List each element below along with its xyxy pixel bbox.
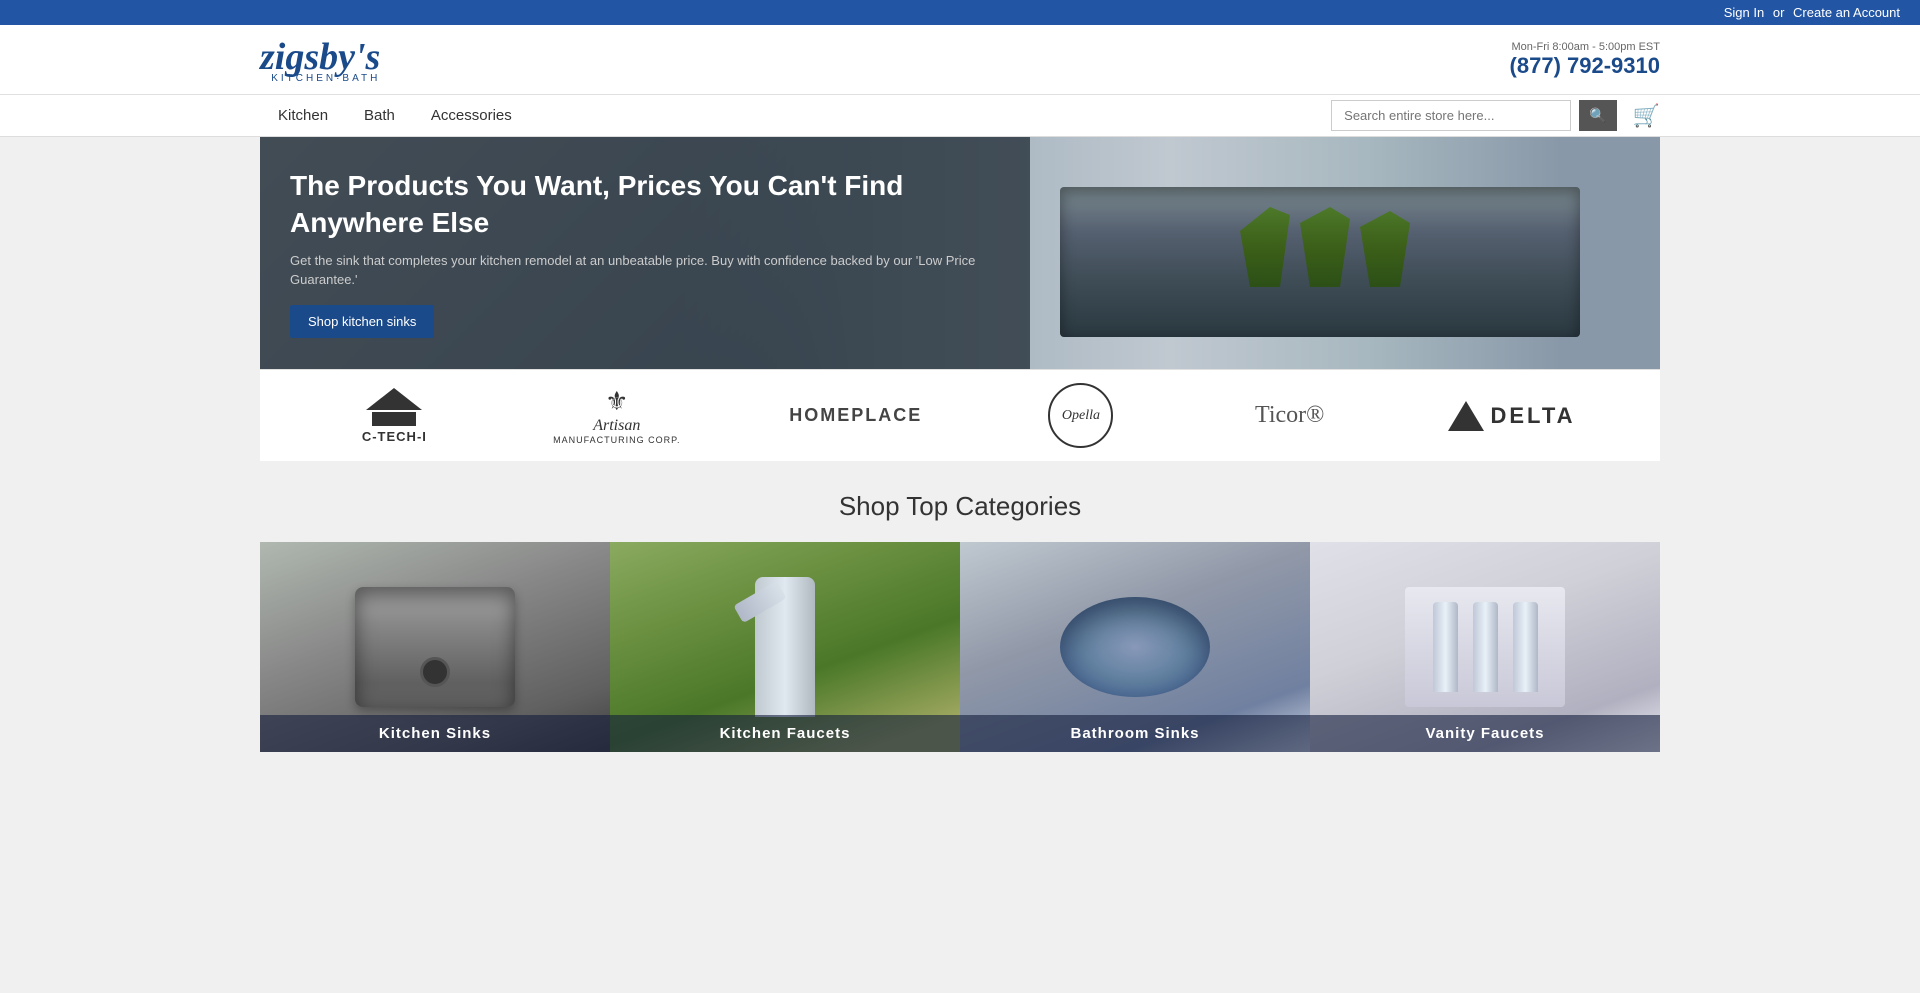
search-input[interactable] bbox=[1331, 100, 1571, 131]
nav-item-accessories[interactable]: Accessories bbox=[413, 95, 530, 136]
hero-content-overlay: The Products You Want, Prices You Can't … bbox=[260, 137, 1030, 369]
category-bathroom-sinks[interactable]: Bathroom Sinks bbox=[960, 542, 1310, 752]
brand-delta[interactable]: DELTA bbox=[1448, 388, 1575, 443]
brand-ticor-name: Ticor® bbox=[1255, 402, 1324, 429]
brand-ticor[interactable]: Ticor® bbox=[1240, 388, 1340, 443]
brand-opella-name: Opella bbox=[1062, 408, 1100, 424]
vanity-faucet-left bbox=[1433, 602, 1458, 692]
vanity-faucet-right bbox=[1513, 602, 1538, 692]
category-grid: Kitchen Sinks Kitchen Faucets Bathroom S… bbox=[260, 542, 1660, 752]
business-hours: Mon-Fri 8:00am - 5:00pm EST bbox=[1510, 41, 1660, 53]
brand-ctechi[interactable]: C-TECH-I bbox=[344, 388, 444, 443]
search-area: 🔍 🛒 bbox=[1331, 100, 1660, 131]
nav-item-bath[interactable]: Bath bbox=[346, 95, 413, 136]
brand-ctechi-name: C-TECH-I bbox=[362, 429, 427, 444]
faucet-visual bbox=[755, 577, 815, 717]
main-content: Shop Top Categories Kitchen Sinks Kitche… bbox=[0, 461, 1920, 752]
artisan-fleur-icon: ⚜ bbox=[553, 386, 680, 417]
header: zigsby's KITCHEN·BATH Mon-Fri 8:00am - 5… bbox=[0, 25, 1920, 95]
nav-item-kitchen[interactable]: Kitchen bbox=[260, 95, 346, 136]
category-vanity-faucets[interactable]: Vanity Faucets bbox=[1310, 542, 1660, 752]
bathroom-sinks-label: Bathroom Sinks bbox=[960, 715, 1310, 752]
logo[interactable]: zigsby's KITCHEN·BATH bbox=[260, 35, 380, 84]
hero-asparagus bbox=[1230, 207, 1430, 287]
sink-visual bbox=[355, 587, 515, 707]
hero-sink-image bbox=[1060, 187, 1580, 337]
bath-sink-visual bbox=[1060, 597, 1210, 697]
hero-cta-button[interactable]: Shop kitchen sinks bbox=[290, 305, 434, 338]
logo-main-text: zigsby's bbox=[260, 36, 380, 78]
vanity-faucets-label: Vanity Faucets bbox=[1310, 715, 1660, 752]
hero-banner: The Products You Want, Prices You Can't … bbox=[260, 137, 1660, 369]
brand-opella[interactable]: Opella bbox=[1031, 388, 1131, 443]
hero-title: The Products You Want, Prices You Can't … bbox=[290, 168, 1000, 241]
delta-triangle-icon bbox=[1448, 401, 1484, 431]
brand-homeplace[interactable]: HOMEPLACE bbox=[789, 388, 922, 443]
search-button[interactable]: 🔍 bbox=[1579, 100, 1616, 131]
category-kitchen-faucets[interactable]: Kitchen Faucets bbox=[610, 542, 960, 752]
logo-sub-text: KITCHEN·BATH bbox=[260, 73, 380, 84]
main-nav: Kitchen Bath Accessories 🔍 🛒 bbox=[0, 95, 1920, 137]
brand-delta-name: DELTA bbox=[1490, 403, 1575, 429]
top-bar: Sign In or Create an Account bbox=[0, 0, 1920, 25]
brand-artisan[interactable]: ⚜ Artisan MANUFACTURING CORP. bbox=[553, 388, 680, 443]
brands-bar: C-TECH-I ⚜ Artisan MANUFACTURING CORP. H… bbox=[260, 369, 1660, 461]
nav-links: Kitchen Bath Accessories bbox=[260, 95, 530, 136]
brand-homeplace-name: HOMEPLACE bbox=[789, 405, 922, 426]
or-separator: or bbox=[1773, 5, 1785, 20]
categories-section-title: Shop Top Categories bbox=[260, 461, 1660, 542]
kitchen-sinks-label: Kitchen Sinks bbox=[260, 715, 610, 752]
cart-icon[interactable]: 🛒 bbox=[1633, 103, 1660, 129]
category-kitchen-sinks[interactable]: Kitchen Sinks bbox=[260, 542, 610, 752]
brand-opella-circle: Opella bbox=[1048, 383, 1113, 448]
search-icon: 🔍 bbox=[1589, 107, 1606, 123]
vanity-visual bbox=[1405, 587, 1565, 707]
sink-drain-visual bbox=[420, 657, 450, 687]
hero-description: Get the sink that completes your kitchen… bbox=[290, 251, 1000, 290]
kitchen-faucets-label: Kitchen Faucets bbox=[610, 715, 960, 752]
vanity-faucet-center bbox=[1473, 602, 1498, 692]
phone-number: (877) 792-9310 bbox=[1510, 53, 1660, 79]
signin-link[interactable]: Sign In bbox=[1724, 5, 1764, 20]
faucet-head-visual bbox=[733, 581, 786, 623]
header-contact: Mon-Fri 8:00am - 5:00pm EST (877) 792-93… bbox=[1510, 41, 1660, 79]
brand-artisan-sub: MANUFACTURING CORP. bbox=[553, 435, 680, 445]
brand-artisan-name: Artisan bbox=[593, 417, 640, 434]
create-account-link[interactable]: Create an Account bbox=[1793, 5, 1900, 20]
